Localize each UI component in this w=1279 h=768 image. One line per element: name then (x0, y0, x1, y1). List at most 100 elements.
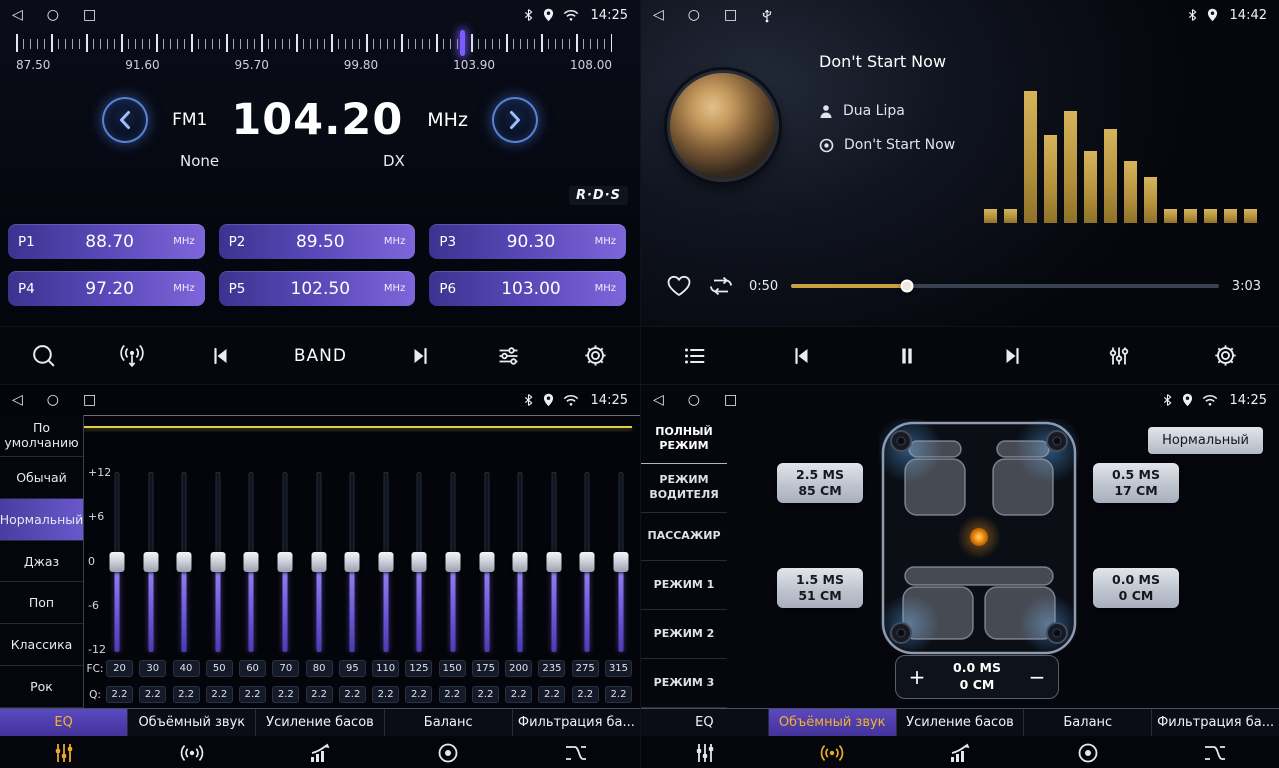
favorite-icon[interactable] (665, 273, 693, 299)
eq-slider-thumb[interactable] (277, 552, 292, 572)
audio-tab[interactable]: Объёмный звук (128, 709, 256, 736)
back-icon[interactable]: ◁ (653, 393, 664, 407)
eq-band-slider[interactable] (308, 472, 330, 652)
eq-band-slider[interactable] (240, 472, 262, 652)
eq-slider-thumb[interactable] (311, 552, 326, 572)
surround-mode-item[interactable]: РЕЖИМ 3 (641, 659, 727, 708)
preset-button[interactable]: P188.70MHz (8, 224, 205, 259)
delay-rear-left-button[interactable]: 1.5 MS 51 CM (777, 568, 863, 608)
surround-mode-item[interactable]: РЕЖИМ 2 (641, 610, 727, 659)
surround-mode-item[interactable]: РЕЖИМ ВОДИТЕЛЯ (641, 464, 727, 513)
eq-preset-item[interactable]: Поп (0, 582, 83, 624)
eq-slider-thumb[interactable] (412, 552, 427, 572)
home-icon[interactable]: ○ (47, 8, 59, 22)
settings-gear-icon[interactable] (582, 342, 609, 369)
pause-icon[interactable] (894, 343, 920, 369)
scan-icon[interactable] (30, 342, 57, 369)
eq-slider-thumb[interactable] (210, 552, 225, 572)
eq-band-slider[interactable] (408, 472, 430, 652)
next-icon[interactable] (408, 343, 434, 369)
preset-button[interactable]: P289.50MHz (219, 224, 416, 259)
eq-band-slider[interactable] (442, 472, 464, 652)
surround-preset-button[interactable]: Нормальный (1148, 427, 1263, 454)
surround-tab-icon[interactable] (769, 736, 897, 768)
eq-band-slider[interactable] (610, 472, 632, 652)
recents-icon[interactable]: □ (83, 8, 96, 22)
eq-preset-item[interactable]: Рок (0, 666, 83, 708)
repeat-icon[interactable] (706, 273, 736, 299)
filter-tab-icon[interactable] (1151, 736, 1279, 768)
eq-band-slider[interactable] (476, 472, 498, 652)
eq-preset-item[interactable]: По умолчанию (0, 415, 83, 457)
eq-band-slider[interactable] (509, 472, 531, 652)
album-art[interactable] (667, 70, 779, 182)
preset-button[interactable]: P5102.50MHz (219, 271, 416, 306)
delay-front-right-button[interactable]: 0.5 MS 17 CM (1093, 463, 1179, 503)
audio-tab[interactable]: EQ (641, 709, 769, 736)
eq-slider-thumb[interactable] (546, 552, 561, 572)
bass-boost-tab-icon[interactable] (256, 736, 384, 768)
surround-mode-item[interactable]: РЕЖИМ 1 (641, 561, 727, 610)
preset-button[interactable]: P6103.00MHz (429, 271, 626, 306)
eq-slider-thumb[interactable] (580, 552, 595, 572)
eq-preset-item[interactable]: Нормальный (0, 499, 83, 541)
eq-band-slider[interactable] (173, 472, 195, 652)
surround-mode-item[interactable]: ПОЛНЫЙ РЕЖИМ (641, 415, 727, 464)
eq-tab-icon[interactable] (0, 736, 128, 768)
eq-band-slider[interactable] (140, 472, 162, 652)
audio-tab[interactable]: Усиление басов (897, 709, 1025, 736)
home-icon[interactable]: ○ (47, 393, 59, 407)
eq-slider-thumb[interactable] (143, 552, 158, 572)
previous-track-icon[interactable] (788, 343, 814, 369)
eq-preset-item[interactable]: Классика (0, 624, 83, 666)
eq-slider-thumb[interactable] (244, 552, 259, 572)
delay-rear-right-button[interactable]: 0.0 MS 0 CM (1093, 568, 1179, 608)
audio-tab[interactable]: EQ (0, 709, 128, 736)
eq-slider-thumb[interactable] (177, 552, 192, 572)
recents-icon[interactable]: □ (724, 393, 737, 407)
recents-icon[interactable]: □ (83, 393, 96, 407)
previous-icon[interactable] (207, 343, 233, 369)
eq-band-slider[interactable] (274, 472, 296, 652)
frequency-pointer[interactable] (460, 30, 465, 56)
increase-delay-button[interactable]: + (896, 665, 938, 689)
back-icon[interactable]: ◁ (12, 393, 23, 407)
eq-band-slider[interactable] (375, 472, 397, 652)
tune-down-button[interactable] (102, 97, 148, 143)
eq-tab-icon[interactable] (641, 736, 769, 768)
eq-slider-thumb[interactable] (345, 552, 360, 572)
back-icon[interactable]: ◁ (12, 8, 23, 22)
settings-gear-icon[interactable] (1212, 342, 1239, 369)
surround-tab-icon[interactable] (128, 736, 256, 768)
audio-settings-icon[interactable] (495, 343, 522, 369)
back-icon[interactable]: ◁ (653, 8, 664, 22)
eq-band-slider[interactable] (543, 472, 565, 652)
eq-slider-thumb[interactable] (513, 552, 528, 572)
eq-slider-thumb[interactable] (110, 552, 125, 572)
balance-tab-icon[interactable] (384, 736, 512, 768)
eq-slider-thumb[interactable] (613, 552, 628, 572)
progress-thumb[interactable] (900, 280, 913, 293)
eq-slider-thumb[interactable] (479, 552, 494, 572)
listening-position-dot[interactable] (970, 528, 988, 546)
decrease-delay-button[interactable]: − (1016, 665, 1058, 689)
eq-preset-item[interactable]: Обычай (0, 457, 83, 499)
balance-tab-icon[interactable] (1024, 736, 1152, 768)
broadcast-icon[interactable] (118, 343, 146, 369)
audio-tab[interactable]: Баланс (1024, 709, 1152, 736)
tune-up-button[interactable] (492, 97, 538, 143)
delay-front-left-button[interactable]: 2.5 MS 85 CM (777, 463, 863, 503)
next-track-icon[interactable] (1000, 343, 1026, 369)
band-button[interactable]: BAND (294, 346, 347, 366)
home-icon[interactable]: ○ (688, 8, 700, 22)
eq-band-slider[interactable] (341, 472, 363, 652)
home-icon[interactable]: ○ (688, 393, 700, 407)
audio-tab[interactable]: Усиление басов (256, 709, 384, 736)
surround-mode-item[interactable]: ПАССАЖИР (641, 513, 727, 562)
eq-slider-thumb[interactable] (445, 552, 460, 572)
preset-button[interactable]: P497.20MHz (8, 271, 205, 306)
audio-tab[interactable]: Баланс (385, 709, 513, 736)
progress-bar[interactable] (791, 284, 1219, 288)
audio-tab[interactable]: Фильтрация ба... (1152, 709, 1279, 736)
audio-tab[interactable]: Фильтрация ба... (513, 709, 640, 736)
